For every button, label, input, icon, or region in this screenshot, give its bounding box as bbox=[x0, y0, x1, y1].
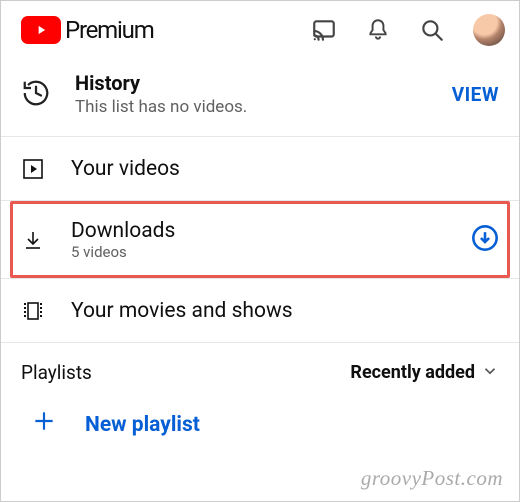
avatar[interactable] bbox=[473, 14, 505, 46]
history-title: History bbox=[75, 71, 247, 95]
brand-text: Premium bbox=[65, 16, 154, 44]
view-button[interactable]: VIEW bbox=[452, 83, 499, 106]
playlists-label: Playlists bbox=[21, 361, 92, 384]
downloads-label: Downloads bbox=[71, 219, 175, 243]
youtube-logo[interactable]: Premium bbox=[21, 16, 154, 44]
app-header: Premium bbox=[1, 1, 519, 59]
history-section[interactable]: History This list has no videos. VIEW bbox=[1, 59, 519, 137]
playlists-header: Playlists Recently added bbox=[1, 343, 519, 396]
header-actions bbox=[311, 14, 505, 46]
your-videos-row[interactable]: Your videos bbox=[1, 137, 519, 201]
watermark: groovyPost.com bbox=[361, 466, 503, 491]
history-subtitle: This list has no videos. bbox=[75, 97, 247, 118]
download-icon bbox=[21, 228, 61, 252]
history-icon bbox=[21, 78, 51, 112]
youtube-play-icon bbox=[21, 16, 61, 44]
movies-label: Your movies and shows bbox=[71, 299, 293, 323]
new-playlist-row[interactable]: New playlist bbox=[1, 396, 519, 461]
cast-icon[interactable] bbox=[311, 17, 337, 43]
download-status-icon bbox=[471, 224, 499, 256]
film-icon bbox=[21, 299, 61, 323]
playlists-sort-button[interactable]: Recently added bbox=[350, 362, 475, 383]
search-icon[interactable] bbox=[419, 17, 445, 43]
movies-row[interactable]: Your movies and shows bbox=[1, 279, 519, 343]
notifications-icon[interactable] bbox=[365, 17, 391, 43]
downloads-count: 5 videos bbox=[71, 243, 175, 261]
downloads-row[interactable]: Downloads 5 videos bbox=[1, 201, 519, 279]
plus-icon bbox=[31, 408, 71, 441]
chevron-down-icon[interactable] bbox=[481, 362, 499, 384]
your-videos-label: Your videos bbox=[71, 157, 180, 181]
new-playlist-label: New playlist bbox=[85, 413, 200, 437]
play-outline-icon bbox=[21, 157, 61, 181]
